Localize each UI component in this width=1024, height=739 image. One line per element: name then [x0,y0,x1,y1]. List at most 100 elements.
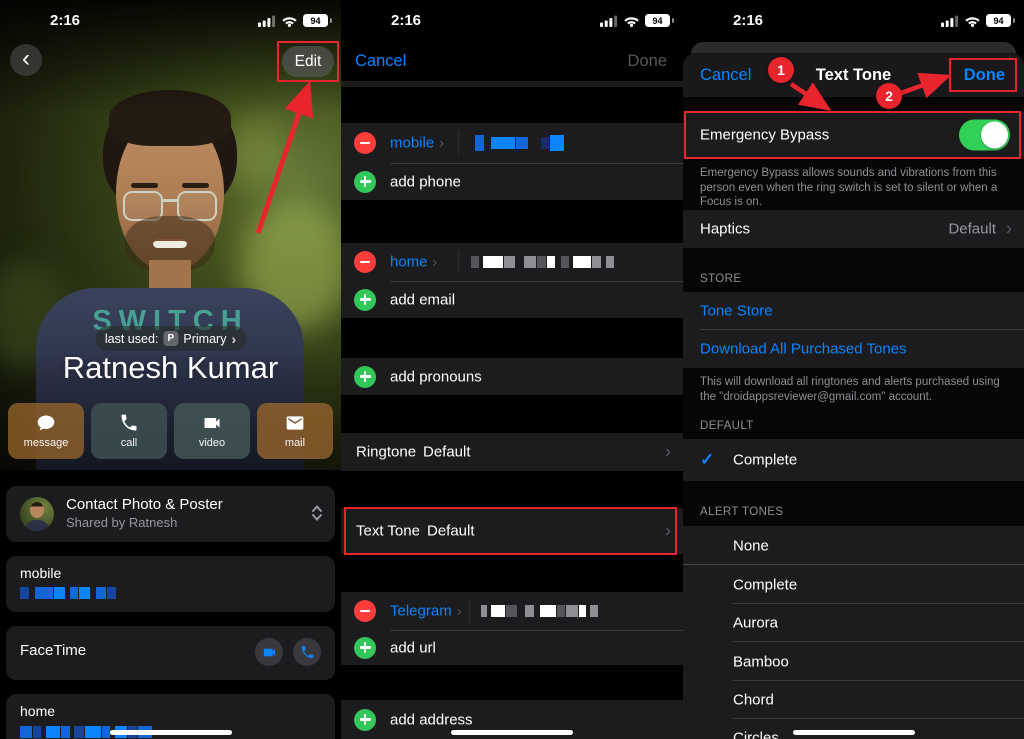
battery-icon: 94 [986,14,1011,27]
emergency-bypass-label: Emergency Bypass [700,127,829,144]
email-row[interactable]: home› [341,243,683,281]
tone-row[interactable]: Chord [683,681,1024,719]
cancel-button[interactable]: Cancel [355,52,406,71]
sheet-nav-bar: Cancel Text Tone Done [683,53,1024,97]
status-time: 2:16 [34,12,96,29]
column-divider [469,600,470,622]
field-label: mobile [20,565,61,581]
facetime-card: FaceTime [6,626,335,680]
default-tone-name: Complete [733,452,797,469]
remove-row-icon[interactable] [354,251,376,273]
card-title: Contact Photo & Poster [66,496,223,513]
redacted-email [471,254,615,270]
last-used-sim-pill[interactable]: last used: P Primary › [95,326,246,351]
default-tone-row[interactable]: ✓ Complete [683,439,1024,481]
url-row[interactable]: Telegram› [341,592,683,630]
phone-type-label[interactable]: mobile› [390,135,444,152]
video-camera-icon [202,413,222,433]
add-address-label: add address [390,711,473,728]
haptics-row[interactable]: Haptics Default › [683,210,1024,248]
last-used-label: last used: [105,332,159,346]
contact-view-panel: SWITCH 2:16 94 ‹ Edit last used: P Prima… [0,0,341,739]
video-button[interactable]: video [174,403,250,459]
remove-row-icon[interactable] [354,132,376,154]
wifi-icon [281,15,298,27]
add-row-icon[interactable] [354,709,376,731]
phone-section: mobile› add phone [341,123,683,200]
ringtone-section: Ringtone Default › [341,433,683,471]
contact-photo-poster-card[interactable]: Contact Photo & Poster Shared by Ratnesh [6,486,335,542]
email-type-label[interactable]: home› [390,254,437,271]
texttone-sheet-panel: 2:16 94 Cancel Text Tone Done 1 2 [683,0,1024,739]
remove-row-icon[interactable] [354,600,376,622]
phone-icon [300,645,315,660]
sim-name: Primary [183,332,226,346]
edit-contact-panel: 2:16 94 Cancel Done mobile› add phone [341,0,683,739]
step-badge-2: 2 [876,83,902,109]
battery-percent: 94 [993,16,1003,26]
tone-store-row[interactable]: Tone Store [683,292,1024,330]
facetime-video-button[interactable] [255,638,283,666]
battery-icon: 94 [303,14,328,27]
texttone-row[interactable]: Text Tone Default › [341,508,683,554]
alert-tones-list: None Complete Aurora Bamboo Chord Circle… [683,526,1024,739]
phone-row[interactable]: mobile› [341,123,683,163]
add-row-icon[interactable] [354,637,376,659]
email-section: home› add email [341,243,683,318]
ringtone-row[interactable]: Ringtone Default › [341,433,683,471]
envelope-icon [285,413,305,433]
emergency-bypass-toggle[interactable] [959,120,1010,151]
message-bubble-icon [36,413,56,433]
tone-row[interactable]: Circles [683,719,1024,739]
step-badge-1: 1 [768,57,794,83]
tone-row[interactable]: Aurora [683,604,1024,642]
tone-store-link[interactable]: Tone Store [700,303,773,320]
action-label: message [24,437,69,449]
add-phone-row[interactable]: add phone [341,163,683,200]
back-chevron-icon: ‹ [22,46,30,72]
field-label: home [20,703,55,719]
edit-button[interactable]: Edit [282,46,335,77]
haptics-label: Haptics [700,221,750,238]
mobile-number-card[interactable]: mobile [6,556,335,612]
pronouns-section: add pronouns [341,358,683,395]
download-all-link[interactable]: Download All Purchased Tones [700,341,907,358]
avatar [20,497,54,531]
home-indicator [793,730,915,735]
edit-highlight-box: Edit [277,41,339,82]
back-button[interactable]: ‹ [10,44,42,76]
action-label: mail [285,437,305,449]
alert-tones-section-header: ALERT TONES [700,506,783,518]
url-type-label[interactable]: Telegram› [390,603,461,620]
screenshot-collage: SWITCH 2:16 94 ‹ Edit last used: P Prima… [0,0,1024,739]
store-section-header: STORE [700,273,741,285]
person-glasses-bridge [162,199,178,202]
column-divider [458,131,459,155]
checkmark-icon: ✓ [700,450,714,470]
add-row-icon[interactable] [354,171,376,193]
done-button-disabled[interactable]: Done [628,52,667,71]
tone-row[interactable]: Complete [683,565,1024,604]
add-pronouns-row[interactable]: add pronouns [341,358,683,395]
cellular-signal-icon [600,15,618,27]
facetime-audio-button[interactable] [293,638,321,666]
action-label: call [121,437,138,449]
done-button[interactable]: Done [964,66,1005,85]
tone-row-none[interactable]: None [683,526,1024,565]
status-time: 2:16 [717,12,779,29]
add-email-row[interactable]: add email [341,281,683,318]
add-row-icon[interactable] [354,366,376,388]
call-button[interactable]: call [91,403,167,459]
mail-button[interactable]: mail [257,403,333,459]
add-row-icon[interactable] [354,289,376,311]
redacted-phone-number [20,585,117,601]
download-all-row[interactable]: Download All Purchased Tones [683,330,1024,368]
add-url-label: add url [390,639,436,656]
ringtone-label: Ringtone [356,444,416,461]
message-button[interactable]: message [8,403,84,459]
add-url-row[interactable]: add url [341,630,683,665]
tone-row[interactable]: Bamboo [683,642,1024,681]
chevron-right-icon: › [665,442,671,463]
chevron-right-icon: › [439,135,444,151]
action-label: video [199,437,225,449]
